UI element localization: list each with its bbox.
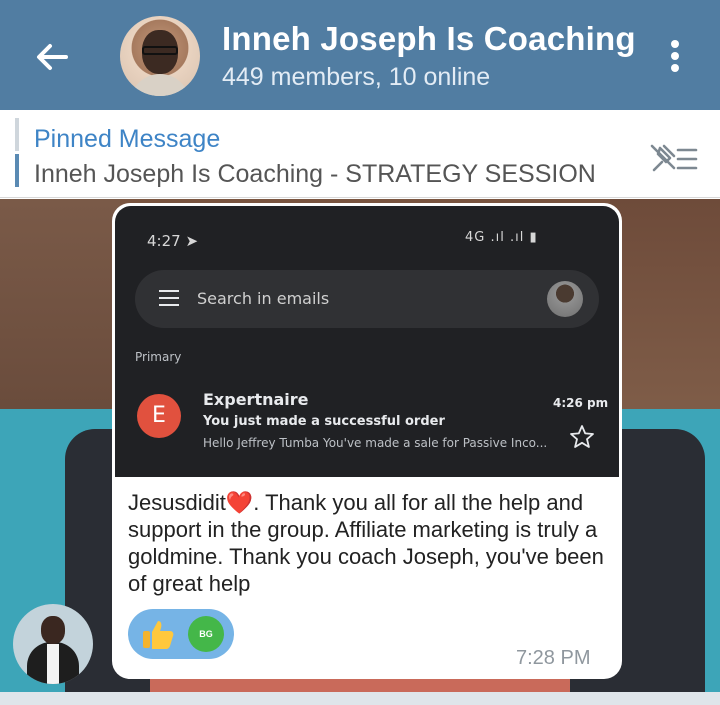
inbox-section-label: Primary (135, 350, 182, 364)
mail-time: 4:26 pm (553, 396, 609, 410)
email-search-placeholder: Search in emails (197, 289, 330, 308)
mail-sender-avatar: E (137, 394, 181, 438)
reactor-avatar: BG (188, 616, 224, 652)
screenshot-status-icons: 4G .ıl .ıl ▮ (465, 230, 538, 245)
unpin-list-icon (650, 144, 698, 172)
mail-subject: You just made a successful order (203, 414, 445, 429)
email-account-avatar (547, 281, 583, 317)
more-vertical-icon (671, 40, 679, 72)
mail-sender: Expertnaire (203, 390, 309, 409)
arrow-left-icon (37, 44, 68, 70)
hamburger-menu-icon (159, 290, 179, 306)
message-bubble[interactable]: 4:27 ➤ 4G .ıl .ıl ▮ Search in emails Pri… (112, 203, 622, 679)
more-options-button[interactable] (660, 34, 690, 78)
pinned-indicator (15, 118, 19, 188)
mail-preview: Hello Jeffrey Tumba You've made a sale f… (203, 436, 548, 450)
reaction-chip[interactable]: BG (128, 609, 234, 659)
pinned-text: Inneh Joseph Is Coaching - STRATEGY SESS… (34, 160, 596, 188)
pinned-message-bar[interactable]: Pinned Message Inneh Joseph Is Coaching … (0, 110, 720, 198)
back-button[interactable] (30, 35, 74, 79)
pinned-list-button[interactable] (646, 140, 700, 176)
message-image[interactable]: 4:27 ➤ 4G .ıl .ıl ▮ Search in emails Pri… (115, 206, 619, 477)
star-icon (570, 425, 594, 448)
chat-title[interactable]: Inneh Joseph Is Coaching (222, 20, 636, 58)
sender-avatar[interactable] (13, 604, 93, 684)
members-count: 449 members, 10 online (222, 63, 491, 91)
pinned-title: Pinned Message (34, 125, 221, 153)
chat-header: Inneh Joseph Is Coaching 449 members, 10… (0, 0, 720, 110)
screenshot-time: 4:27 ➤ (147, 232, 199, 250)
heart-emoji: ❤️ (225, 490, 254, 515)
message-text: Jesusdidit❤️. Thank you all for all the … (128, 490, 604, 596)
email-search-bar: Search in emails (135, 270, 599, 328)
group-avatar[interactable] (120, 16, 200, 96)
thumbs-up-icon (143, 621, 174, 649)
input-bar-edge (0, 692, 720, 705)
message-time: 7:28 PM (516, 647, 591, 669)
